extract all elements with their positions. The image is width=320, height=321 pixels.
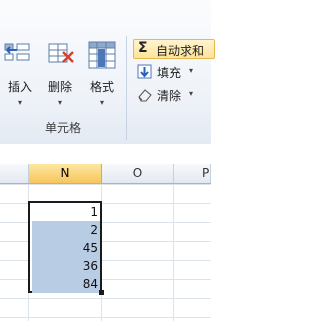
autosum-label: 自动求和 (156, 44, 205, 58)
cell-value[interactable]: 45 (32, 239, 100, 257)
column-header-o[interactable]: O (102, 164, 174, 183)
insert-cells-icon (3, 40, 37, 79)
cells-group-label: 单元格 (44, 121, 81, 135)
delete-label: 删除 (47, 80, 72, 94)
grid-divider (173, 184, 174, 321)
clear-button[interactable]: 清除 ▾ (135, 85, 211, 105)
column-header-p[interactable]: P (174, 164, 211, 183)
fill-label: 填充 (157, 66, 182, 80)
selected-range[interactable]: 1 2 45 36 84 (28, 201, 102, 293)
column-header-n[interactable]: N (29, 164, 102, 183)
format-cells-icon (85, 40, 119, 79)
chevron-down-icon: ▾ (189, 66, 194, 75)
fill-handle[interactable] (99, 290, 104, 295)
eraser-icon (137, 87, 153, 106)
fill-button[interactable]: 填充 ▾ (135, 62, 211, 82)
chevron-down-icon: ▾ (57, 98, 62, 107)
chevron-down-icon: ▾ (99, 98, 104, 107)
delete-cells-icon (43, 40, 77, 79)
format-button[interactable]: 格式 ▾ (82, 38, 122, 124)
cell-value[interactable]: 1 (32, 203, 100, 221)
worksheet[interactable]: N O P 1 2 45 36 84 (0, 144, 211, 321)
chevron-down-icon: ▾ (189, 89, 194, 98)
cell-value[interactable]: 2 (32, 221, 100, 239)
column-header-prev[interactable] (0, 164, 29, 183)
chevron-down-icon: ▾ (17, 98, 22, 107)
insert-button[interactable]: 插入 ▾ (0, 38, 40, 124)
fill-down-icon (137, 64, 153, 83)
column-header-row: N O P (0, 164, 211, 184)
clear-label: 清除 (157, 89, 182, 103)
autosum-button[interactable]: Σ 自动求和 (133, 39, 215, 59)
ribbon: 插入 ▾ 删除 ▾ 格式 ▾ 单元格 Σ 自动求和 填充 ▾ 清除 ▾ (0, 0, 215, 145)
cell-value[interactable]: 84 (32, 275, 100, 293)
sigma-icon: Σ (138, 40, 148, 56)
delete-button[interactable]: 删除 ▾ (40, 38, 80, 124)
insert-label: 插入 (7, 80, 32, 94)
formula-bar-area (0, 144, 211, 165)
cell-value[interactable]: 36 (32, 257, 100, 275)
group-divider (126, 36, 127, 140)
format-label: 格式 (89, 80, 114, 94)
